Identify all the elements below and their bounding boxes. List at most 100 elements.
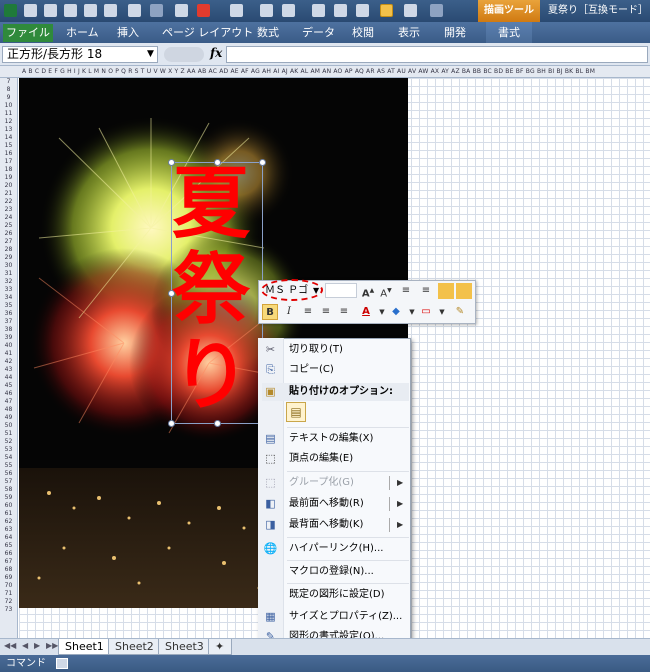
shrink-font-icon[interactable]: A▼ [378, 283, 394, 299]
macro-record-icon[interactable] [56, 658, 68, 669]
row-number[interactable]: 34 [0, 294, 17, 302]
row-number[interactable]: 42 [0, 358, 17, 366]
quick-icon-4[interactable] [84, 4, 97, 17]
row-number[interactable]: 36 [0, 310, 17, 318]
row-number[interactable]: 73 [0, 606, 17, 614]
row-number[interactable]: 14 [0, 134, 17, 142]
row-number[interactable]: 24 [0, 214, 17, 222]
align-right-icon[interactable]: ≡ [336, 304, 352, 320]
row-number[interactable]: 23 [0, 206, 17, 214]
row-number[interactable]: 59 [0, 494, 17, 502]
tab-developer[interactable]: 開発 [444, 22, 466, 43]
resize-handle[interactable] [168, 420, 175, 427]
row-number[interactable]: 16 [0, 150, 17, 158]
send-backward-icon[interactable] [456, 283, 472, 299]
name-box[interactable]: 正方形/長方形 18 [2, 46, 158, 63]
row-number[interactable]: 53 [0, 446, 17, 454]
row-number[interactable]: 45 [0, 382, 17, 390]
row-number[interactable]: 20 [0, 182, 17, 190]
prev-sheet-icon[interactable]: ◀ [22, 641, 28, 650]
row-number[interactable]: 71 [0, 590, 17, 598]
row-number[interactable]: 68 [0, 566, 17, 574]
row-number[interactable]: 43 [0, 366, 17, 374]
sheet-tab-1[interactable]: Sheet1 [58, 639, 111, 655]
row-number[interactable]: 39 [0, 334, 17, 342]
row-number[interactable]: 11 [0, 110, 17, 118]
menu-item-edit-text[interactable]: テキストの編集(X) [289, 430, 373, 448]
row-number[interactable]: 67 [0, 558, 17, 566]
tab-review[interactable]: 校閲 [352, 22, 374, 43]
menu-item-hyperlink[interactable]: ハイパーリンク(H)... [289, 540, 383, 558]
row-number[interactable]: 26 [0, 230, 17, 238]
tab-view[interactable]: 表示 [398, 22, 420, 43]
row-number[interactable]: 22 [0, 198, 17, 206]
decrease-indent-icon[interactable]: ≡ [398, 283, 414, 299]
formula-bar-resize-handle[interactable] [164, 47, 204, 62]
chevron-down-icon[interactable]: ▼ [147, 49, 154, 59]
font-color-icon[interactable]: A [358, 304, 374, 320]
menu-item-group[interactable]: グループ化(G) [289, 474, 354, 492]
row-number[interactable]: 44 [0, 374, 17, 382]
row-number[interactable]: 35 [0, 302, 17, 310]
paste-keep-source-button[interactable]: ▤ [286, 402, 306, 422]
row-number[interactable]: 69 [0, 574, 17, 582]
row-number[interactable]: 37 [0, 318, 17, 326]
row-number[interactable]: 9 [0, 94, 17, 102]
row-number[interactable]: 17 [0, 158, 17, 166]
font-color-icon[interactable] [197, 4, 210, 17]
row-number[interactable]: 33 [0, 286, 17, 294]
quick-icon-14[interactable] [334, 4, 347, 17]
row-number[interactable]: 46 [0, 390, 17, 398]
quick-icon-5[interactable] [104, 4, 117, 17]
format-painter-icon[interactable]: ✎ [452, 304, 468, 320]
row-number[interactable]: 15 [0, 142, 17, 150]
row-number[interactable]: 25 [0, 222, 17, 230]
row-number[interactable]: 27 [0, 238, 17, 246]
row-number[interactable]: 55 [0, 462, 17, 470]
grow-font-icon[interactable]: A▲ [360, 283, 376, 299]
quick-icon-17[interactable] [404, 4, 417, 17]
menu-item-size-and-properties[interactable]: サイズとプロパティ(Z)... [289, 608, 402, 626]
bring-forward-icon[interactable] [438, 283, 454, 299]
row-number[interactable]: 56 [0, 470, 17, 478]
undo-icon[interactable] [128, 4, 141, 17]
sheet-tab-2[interactable]: Sheet2 [108, 639, 161, 655]
outline-color-icon[interactable]: ▭ [418, 304, 434, 320]
align-center-icon[interactable]: ≡ [318, 304, 334, 320]
tab-file[interactable]: ファイル [3, 24, 53, 42]
menu-item-cut[interactable]: 切り取り(T) [289, 341, 343, 359]
row-number[interactable]: 19 [0, 174, 17, 182]
menu-item-bring-to-front[interactable]: 最前面へ移動(R) [289, 495, 364, 513]
row-number[interactable]: 49 [0, 414, 17, 422]
quick-icon-2[interactable] [44, 4, 57, 17]
row-number[interactable]: 52 [0, 438, 17, 446]
next-sheet-icon[interactable]: ▶ [34, 641, 40, 650]
menu-item-assign-macro[interactable]: マクロの登録(N)... [289, 563, 374, 581]
column-header[interactable]: A B C D E F G H I J K L M N O P Q R S T … [0, 66, 650, 78]
row-number[interactable]: 29 [0, 254, 17, 262]
row-number[interactable]: 12 [0, 118, 17, 126]
menu-item-copy[interactable]: コピー(C) [289, 361, 334, 379]
quick-icon-13[interactable] [312, 4, 325, 17]
tab-data[interactable]: データ [302, 22, 335, 43]
row-number[interactable]: 62 [0, 518, 17, 526]
quick-icon-16[interactable] [380, 4, 393, 17]
row-number[interactable]: 48 [0, 406, 17, 414]
row-number[interactable]: 72 [0, 598, 17, 606]
quick-icon-8[interactable] [175, 4, 188, 17]
quick-icon-11[interactable] [260, 4, 273, 17]
quick-icon-3[interactable] [64, 4, 77, 17]
save-icon[interactable] [24, 4, 37, 17]
row-number[interactable]: 51 [0, 430, 17, 438]
quick-icon-12[interactable] [282, 4, 295, 17]
row-number[interactable]: 13 [0, 126, 17, 134]
resize-handle[interactable] [214, 420, 221, 427]
menu-item-edit-points[interactable]: 頂点の編集(E) [289, 450, 353, 468]
fill-bucket-icon[interactable]: ◆ [388, 304, 404, 320]
increase-indent-icon[interactable]: ≡ [418, 283, 434, 299]
align-left-icon[interactable]: ≡ [300, 304, 316, 320]
row-number[interactable]: 32 [0, 278, 17, 286]
row-header[interactable]: 7 8 9 10 11 12 13 14 15 16 17 18 19 20 21 22 23 24 25 26 27 2… [0, 78, 18, 638]
row-number[interactable]: 66 [0, 550, 17, 558]
row-number[interactable]: 54 [0, 454, 17, 462]
